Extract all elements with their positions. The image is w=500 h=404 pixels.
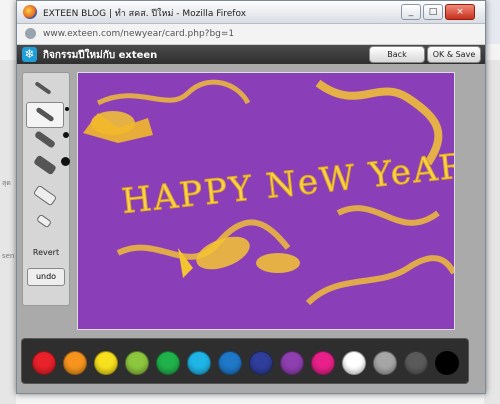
color-swatch[interactable] <box>125 351 149 375</box>
card-app: ❄ กิจกรรมปีใหม่กับ exteen Back OK & Save <box>17 45 485 393</box>
color-swatch[interactable] <box>311 351 335 375</box>
eraser-large-tool[interactable] <box>26 183 62 207</box>
tool-panel: Revert undo <box>22 72 70 306</box>
color-swatch[interactable] <box>373 351 397 375</box>
snowflake-icon: ❄ <box>22 47 37 62</box>
app-title: กิจกรรมปีใหม่กับ exteen <box>43 50 158 61</box>
url-text[interactable]: www.exteen.com/newyear/card.php?bg=1 <box>43 29 234 39</box>
window-title: EXTEEN BLOG | ทำ สคส. ปีใหม่ - Mozilla F… <box>43 9 247 19</box>
color-swatch[interactable] <box>94 351 118 375</box>
eraser-icon <box>35 213 53 229</box>
pencil-tool[interactable] <box>26 77 62 101</box>
brush-medium-tool[interactable] <box>26 128 69 152</box>
drawing-canvas[interactable]: HAPPY NeW YeAR <box>77 72 455 330</box>
app-body: Revert undo HAPPY NeW YeAR <box>17 64 485 393</box>
color-swatch[interactable] <box>280 351 304 375</box>
color-swatch[interactable] <box>342 351 366 375</box>
undo-label: undo <box>35 272 57 281</box>
background-text: sen <box>2 252 15 260</box>
color-swatch[interactable] <box>187 351 211 375</box>
back-button[interactable]: Back <box>369 46 425 63</box>
brush-large-tool[interactable] <box>26 153 70 177</box>
fish-shape <box>256 253 300 273</box>
background-right-edge <box>484 60 500 404</box>
revert-button[interactable]: Revert <box>23 248 69 257</box>
window-titlebar: EXTEEN BLOG | ทำ สคส. ปีใหม่ - Mozilla F… <box>17 1 485 24</box>
brush-icon <box>35 106 55 123</box>
undo-button[interactable]: undo <box>27 268 65 286</box>
minimize-button[interactable]: _ <box>401 4 421 20</box>
color-swatch[interactable] <box>218 351 242 375</box>
close-button[interactable]: × <box>445 4 475 20</box>
brush-small-tool[interactable] <box>26 102 69 128</box>
firefox-icon <box>23 5 37 19</box>
background-left-edge: สุด sen <box>0 60 16 404</box>
card-drawing: HAPPY NeW YeAR <box>78 73 454 329</box>
address-bar[interactable]: www.exteen.com/newyear/card.php?bg=1 <box>17 24 485 45</box>
color-palette <box>21 338 469 384</box>
eraser-small-tool[interactable] <box>26 209 62 233</box>
eraser-icon <box>32 184 58 207</box>
browser-window: EXTEEN BLOG | ทำ สคส. ปีใหม่ - Mozilla F… <box>16 0 486 394</box>
color-swatch[interactable] <box>156 351 180 375</box>
color-swatch[interactable] <box>63 351 87 375</box>
ok-save-button[interactable]: OK & Save <box>427 46 481 63</box>
color-swatch[interactable] <box>32 351 56 375</box>
pencil-icon <box>34 81 52 95</box>
app-header: ❄ กิจกรรมปีใหม่กับ exteen Back OK & Save <box>17 45 485 64</box>
brush-icon <box>33 154 57 176</box>
globe-icon <box>25 28 36 39</box>
maximize-button[interactable]: □ <box>423 4 443 20</box>
size-dot-icon <box>61 157 70 166</box>
brush-icon <box>33 130 57 149</box>
background-text: สุด <box>2 179 11 187</box>
color-swatch[interactable] <box>435 351 459 375</box>
size-dot-icon <box>65 107 69 111</box>
color-swatch[interactable] <box>404 351 428 375</box>
color-swatch[interactable] <box>249 351 273 375</box>
size-dot-icon <box>63 132 69 138</box>
